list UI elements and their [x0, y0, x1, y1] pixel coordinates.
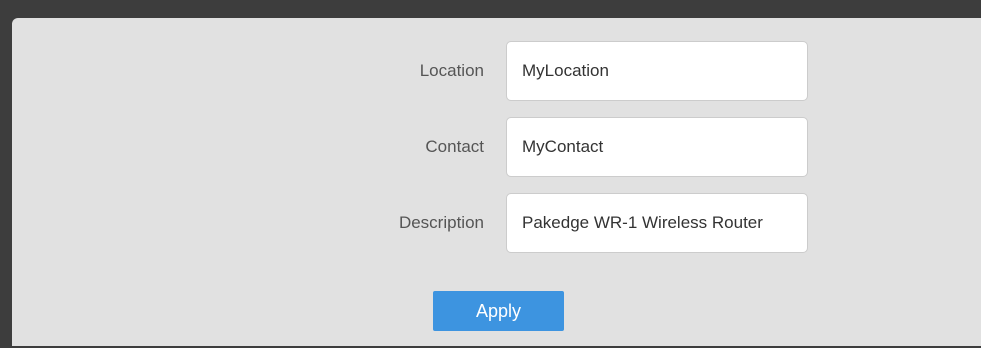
location-row: Location	[12, 41, 981, 101]
window-frame: Location Contact Description Apply	[0, 0, 981, 348]
location-label: Location	[419, 61, 484, 80]
location-input[interactable]	[506, 41, 808, 101]
description-label: Description	[398, 213, 484, 232]
contact-input[interactable]	[506, 117, 808, 177]
description-row: Description	[12, 193, 981, 253]
apply-button[interactable]: Apply	[433, 291, 564, 331]
description-input[interactable]	[506, 193, 808, 253]
settings-panel: Location Contact Description Apply	[12, 18, 981, 346]
contact-row: Contact	[12, 117, 981, 177]
contact-label: Contact	[425, 137, 484, 156]
